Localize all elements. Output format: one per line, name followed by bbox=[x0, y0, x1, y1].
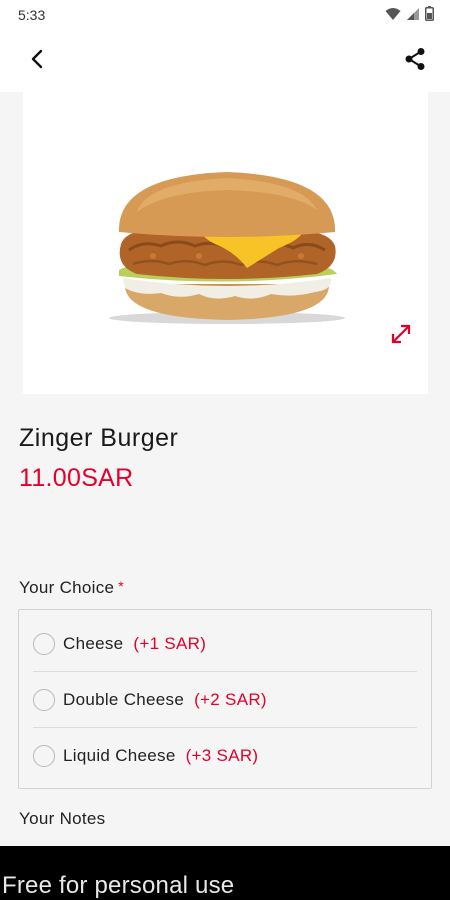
app-bar bbox=[0, 28, 450, 92]
option-price: (+3 SAR) bbox=[185, 746, 259, 765]
product-price: 11.00SAR bbox=[19, 464, 134, 492]
signal-icon bbox=[406, 7, 420, 26]
option-label: Cheese bbox=[63, 634, 124, 653]
choice-options-group: Cheese (+1 SAR) Double Cheese (+2 SAR) L… bbox=[18, 609, 432, 789]
radio-button[interactable] bbox=[33, 633, 55, 655]
expand-button[interactable] bbox=[387, 322, 415, 350]
chevron-left-icon bbox=[30, 49, 44, 74]
notes-section-title: Your Notes bbox=[19, 809, 106, 828]
option-price: (+1 SAR) bbox=[133, 634, 207, 653]
radio-button[interactable] bbox=[33, 745, 55, 767]
expand-icon bbox=[390, 323, 412, 350]
status-bar: 5:33 bbox=[0, 0, 450, 28]
option-label: Liquid Cheese bbox=[63, 746, 176, 765]
product-name: Zinger Burger bbox=[19, 424, 179, 452]
choice-title-label: Your Choice bbox=[19, 578, 115, 597]
banner-text: Free for personal use bbox=[2, 872, 235, 899]
status-time: 5:33 bbox=[18, 7, 46, 23]
option-double-cheese[interactable]: Double Cheese (+2 SAR) bbox=[19, 672, 431, 728]
burger-image bbox=[103, 170, 351, 330]
required-marker: * bbox=[118, 578, 125, 594]
option-price: (+2 SAR) bbox=[194, 690, 267, 709]
option-cheese[interactable]: Cheese (+1 SAR) bbox=[19, 616, 431, 672]
wifi-icon bbox=[385, 7, 401, 26]
radio-button[interactable] bbox=[33, 689, 55, 711]
back-button[interactable] bbox=[22, 46, 52, 76]
share-icon bbox=[404, 47, 426, 76]
status-icons bbox=[385, 6, 434, 26]
choice-section-title: Your Choice * bbox=[19, 578, 124, 598]
bottom-banner: Free for personal use bbox=[0, 846, 450, 900]
option-liquid-cheese[interactable]: Liquid Cheese (+3 SAR) bbox=[19, 728, 431, 784]
option-label: Double Cheese bbox=[63, 690, 185, 709]
product-image-card bbox=[23, 92, 428, 394]
battery-icon bbox=[425, 6, 434, 26]
share-button[interactable] bbox=[400, 46, 430, 76]
